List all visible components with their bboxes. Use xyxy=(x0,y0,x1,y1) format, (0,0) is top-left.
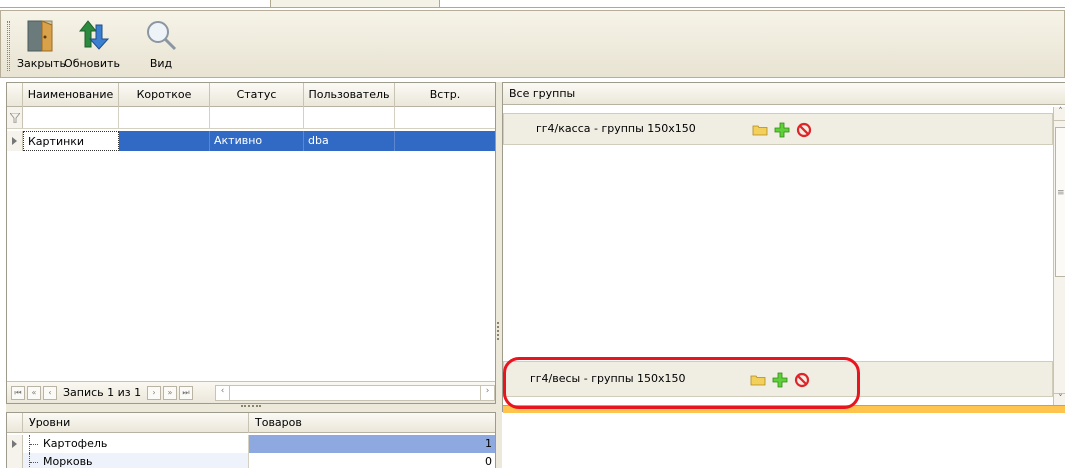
filter-short[interactable] xyxy=(119,107,210,129)
view-button[interactable]: Вид xyxy=(141,17,181,77)
col-header-products[interactable]: Товаров xyxy=(249,413,495,433)
grid-header: Наименование Короткое Статус Пользовател… xyxy=(7,83,495,107)
view-label: Вид xyxy=(149,57,173,70)
tree-node-label: Морковь xyxy=(43,455,93,468)
cell-name[interactable]: Картинки xyxy=(23,131,119,151)
close-button[interactable]: Закрыть xyxy=(17,17,66,77)
tree-connector xyxy=(29,453,39,468)
nav-next-page-icon[interactable]: » xyxy=(163,386,177,400)
record-navigator: ⏮ « ‹ Запись 1 из 1 › » ⏭ ‹ › xyxy=(7,381,495,403)
tree-node-count[interactable]: 0 xyxy=(249,453,495,468)
cell-builtin[interactable] xyxy=(395,131,495,151)
group-title: гг4/касса - группы 150x150 xyxy=(536,122,696,135)
levels-header-indicator xyxy=(7,413,23,433)
groups-splitter[interactable] xyxy=(503,405,1065,413)
filter-builtin[interactable] xyxy=(395,107,495,129)
scroll-left-icon[interactable]: ‹ xyxy=(216,386,230,400)
tree-node-name[interactable]: Морковь xyxy=(23,453,249,468)
row-indicator xyxy=(7,131,23,151)
filter-status[interactable] xyxy=(210,107,304,129)
items-grid: Наименование Короткое Статус Пользовател… xyxy=(6,82,496,404)
horizontal-scrollbar[interactable]: ‹ › xyxy=(215,385,495,401)
splitter-grip xyxy=(241,405,261,409)
cell-short[interactable] xyxy=(119,131,210,151)
cell-status[interactable]: Активно xyxy=(210,131,304,151)
toolbar-grip[interactable] xyxy=(7,21,10,71)
record-counter: Запись 1 из 1 xyxy=(63,386,142,399)
tab-strip-left xyxy=(0,0,270,8)
col-header-status[interactable]: Статус xyxy=(210,83,304,107)
nav-next-icon[interactable]: › xyxy=(147,386,161,400)
door-icon xyxy=(27,20,53,52)
current-row-arrow-icon xyxy=(12,440,17,448)
horizontal-splitter[interactable] xyxy=(6,404,496,412)
col-header-builtin[interactable]: Встр. xyxy=(395,83,495,107)
col-header-user[interactable]: Пользователь xyxy=(304,83,395,107)
col-header-short[interactable]: Короткое xyxy=(119,83,210,107)
toolbar: Закрыть Обновить Вид xyxy=(0,10,1065,78)
groups-panel: Все группы гг4/касса - группы 150x150 гг… xyxy=(502,82,1065,413)
tree-row[interactable]: Морковь 0 xyxy=(7,453,495,468)
nav-prev-icon[interactable]: ‹ xyxy=(43,386,57,400)
delete-forbidden-icon[interactable] xyxy=(796,122,812,138)
tree-row[interactable]: Картофель 1 xyxy=(7,435,495,453)
filter-indicator xyxy=(7,107,23,128)
scroll-thumb[interactable] xyxy=(1055,127,1065,277)
add-plus-icon[interactable] xyxy=(772,372,788,388)
refresh-arrows-icon xyxy=(78,20,110,50)
top-tab-strip xyxy=(0,0,1065,10)
tree-connector xyxy=(29,435,39,453)
tree-node-name[interactable]: Картофель xyxy=(23,435,249,453)
groups-vertical-scrollbar[interactable]: ˄ ˅ xyxy=(1053,107,1065,407)
folder-icon[interactable] xyxy=(752,122,768,138)
nav-last-icon[interactable]: ⏭ xyxy=(179,386,193,400)
group-card[interactable]: гг4/весы - группы 150x150 xyxy=(503,361,1053,397)
groups-header: Все группы xyxy=(503,83,1065,105)
tree-row-indicator xyxy=(7,453,23,468)
filter-row xyxy=(7,107,495,129)
levels-grid: Уровни Товаров Картофель 1 Морковь 0 xyxy=(6,412,496,468)
splitter-grip xyxy=(783,407,801,410)
magnifier-icon xyxy=(147,21,177,51)
filter-funnel-icon xyxy=(10,113,20,123)
tab-active[interactable] xyxy=(270,0,440,8)
tree-node-count[interactable]: 1 xyxy=(249,435,495,453)
refresh-button[interactable]: Обновить xyxy=(63,17,121,77)
folder-icon[interactable] xyxy=(750,372,766,388)
delete-forbidden-icon[interactable] xyxy=(794,372,810,388)
table-row[interactable]: Картинки Активно dba xyxy=(7,131,495,151)
group-card[interactable]: гг4/касса - группы 150x150 xyxy=(503,113,1053,145)
close-label: Закрыть xyxy=(17,57,66,70)
nav-prev-page-icon[interactable]: « xyxy=(27,386,41,400)
col-header-levels[interactable]: Уровни xyxy=(23,413,249,433)
cell-user[interactable]: dba xyxy=(304,131,395,151)
splitter-grip xyxy=(497,322,500,340)
group-title: гг4/весы - группы 150x150 xyxy=(530,372,686,385)
refresh-label: Обновить xyxy=(64,57,120,70)
filter-user[interactable] xyxy=(304,107,395,129)
add-plus-icon[interactable] xyxy=(774,122,790,138)
tab-strip-right xyxy=(440,0,1065,8)
tree-row-indicator xyxy=(7,435,23,453)
scroll-up-icon[interactable]: ˄ xyxy=(1054,107,1065,121)
levels-header: Уровни Товаров xyxy=(7,413,495,433)
nav-first-icon[interactable]: ⏮ xyxy=(11,386,25,400)
scroll-right-icon[interactable]: › xyxy=(480,386,494,400)
tree-node-label: Картофель xyxy=(43,437,108,450)
filter-name[interactable] xyxy=(23,107,119,129)
col-header-name[interactable]: Наименование xyxy=(23,83,119,107)
current-row-arrow-icon xyxy=(12,137,17,145)
header-indicator xyxy=(7,83,23,107)
